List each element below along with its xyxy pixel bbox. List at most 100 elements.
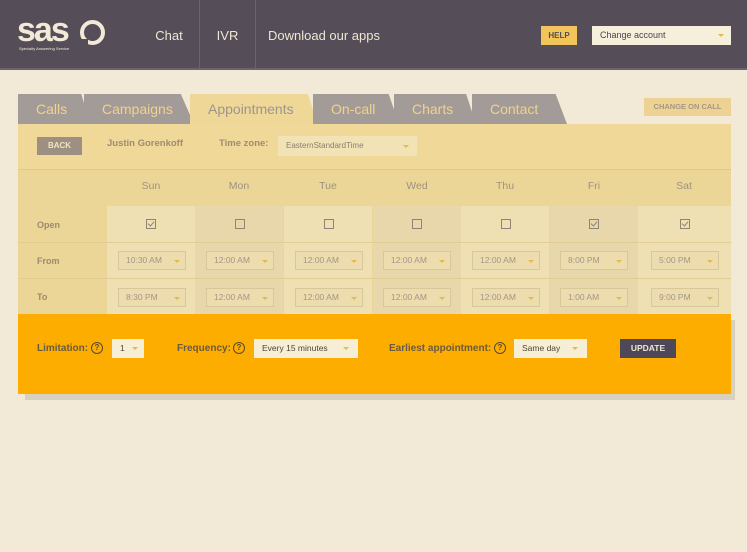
to-time-value: 12:00 AM xyxy=(480,292,516,302)
day-header-tue: Tue xyxy=(319,180,337,192)
tab-appointments[interactable]: Appointments xyxy=(190,94,318,124)
logo-speech-bubble-icon xyxy=(80,20,105,45)
chevron-down-icon xyxy=(343,347,349,350)
from-time-select-sun[interactable]: 10:30 AM xyxy=(118,251,186,270)
from-time-value: 12:00 AM xyxy=(480,255,516,265)
sas-logo[interactable]: sas Specialty Answering Service xyxy=(17,11,109,53)
frequency-value: Every 15 minutes xyxy=(262,343,328,353)
help-circle-icon[interactable]: ? xyxy=(233,342,245,354)
from-time-select-thu[interactable]: 12:00 AM xyxy=(472,251,540,270)
from-time-select-tue[interactable]: 12:00 AM xyxy=(295,251,363,270)
row-label-from: From xyxy=(37,256,60,266)
from-time-select-fri[interactable]: 8:00 PM xyxy=(560,251,628,270)
to-time-select-sun[interactable]: 8:30 PM xyxy=(118,288,186,307)
day-header-sun: Sun xyxy=(141,180,161,192)
timezone-label: Time zone: xyxy=(219,138,269,149)
frequency-select[interactable]: Every 15 minutes xyxy=(254,339,358,358)
day-header-mon: Mon xyxy=(228,180,250,192)
appointment-settings-bar: Limitation: ? 1 Frequency: ? Every 15 mi… xyxy=(18,314,731,394)
to-time-select-wed[interactable]: 12:00 AM xyxy=(383,288,451,307)
row-divider xyxy=(18,278,731,279)
help-circle-icon[interactable]: ? xyxy=(494,342,506,354)
tab-calls[interactable]: Calls xyxy=(18,94,90,124)
open-checkbox-fri[interactable] xyxy=(589,219,599,229)
chevron-down-icon xyxy=(572,347,578,350)
row-label-to: To xyxy=(37,292,48,302)
open-checkbox-wed[interactable] xyxy=(412,219,422,229)
earliest-appointment-select[interactable]: Same day xyxy=(514,339,587,358)
help-button[interactable]: HELP xyxy=(541,26,577,45)
chevron-down-icon xyxy=(528,297,534,300)
chevron-down-icon xyxy=(616,297,622,300)
change-account-select[interactable]: Change account xyxy=(592,26,731,45)
earliest-appointment-value: Same day xyxy=(522,343,561,353)
logo-subtitle: Specialty Answering Service xyxy=(19,46,70,51)
to-time-value: 12:00 AM xyxy=(391,292,427,302)
limitation-select[interactable]: 1 xyxy=(112,339,144,358)
timezone-value: EasternStandardTime xyxy=(286,141,364,150)
open-checkbox-tue[interactable] xyxy=(324,219,334,229)
to-time-select-sat[interactable]: 9:00 PM xyxy=(651,288,719,307)
from-time-value: 12:00 AM xyxy=(391,255,427,265)
chevron-down-icon xyxy=(616,260,622,263)
from-time-value: 8:00 PM xyxy=(568,255,600,265)
tab-campaigns[interactable]: Campaigns xyxy=(84,94,194,124)
from-time-value: 5:00 PM xyxy=(659,255,691,265)
nav-chat[interactable]: Chat xyxy=(140,0,198,70)
from-time-select-mon[interactable]: 12:00 AM xyxy=(206,251,274,270)
chevron-down-icon xyxy=(132,347,138,350)
open-checkbox-sun[interactable] xyxy=(146,219,156,229)
nav-ivr[interactable]: IVR xyxy=(200,0,255,70)
from-time-value: 12:00 AM xyxy=(214,255,250,265)
chevron-down-icon xyxy=(351,260,357,263)
row-label-open: Open xyxy=(37,220,61,230)
to-time-value: 8:30 PM xyxy=(126,292,158,302)
timezone-select[interactable]: EasternStandardTime xyxy=(278,136,417,156)
from-time-value: 10:30 AM xyxy=(126,255,162,265)
limitation-label: Limitation: xyxy=(37,343,89,354)
update-button[interactable]: UPDATE xyxy=(620,339,676,358)
open-checkbox-thu[interactable] xyxy=(501,219,511,229)
appointments-panel: BACK Justin Gorenkoff Time zone: Eastern… xyxy=(18,124,731,314)
tab-contact[interactable]: Contact xyxy=(472,94,567,124)
user-name: Justin Gorenkoff xyxy=(107,138,184,149)
earliest-appointment-label: Earliest appointment: xyxy=(389,343,492,354)
to-time-value: 1:00 AM xyxy=(568,292,600,302)
frequency-label: Frequency: xyxy=(177,343,231,354)
from-time-select-wed[interactable]: 12:00 AM xyxy=(383,251,451,270)
day-header-sat: Sat xyxy=(676,180,692,192)
day-header-wed: Wed xyxy=(406,180,428,192)
chevron-down-icon xyxy=(707,297,713,300)
to-time-select-mon[interactable]: 12:00 AM xyxy=(206,288,274,307)
chevron-down-icon xyxy=(174,260,180,263)
chevron-down-icon xyxy=(351,297,357,300)
chevron-down-icon xyxy=(174,297,180,300)
open-checkbox-sat[interactable] xyxy=(680,219,690,229)
open-checkbox-mon[interactable] xyxy=(235,219,245,229)
chevron-down-icon xyxy=(262,260,268,263)
from-time-value: 12:00 AM xyxy=(303,255,339,265)
day-header-thu: Thu xyxy=(495,180,515,192)
to-time-select-fri[interactable]: 1:00 AM xyxy=(560,288,628,307)
change-on-call-button[interactable]: CHANGE ON CALL xyxy=(644,98,731,116)
chevron-down-icon xyxy=(528,260,534,263)
to-time-value: 9:00 PM xyxy=(659,292,691,302)
tab-on-call[interactable]: On-call xyxy=(313,94,399,124)
appointments-subbar: BACK Justin Gorenkoff Time zone: Eastern… xyxy=(18,124,731,170)
chevron-down-icon xyxy=(439,260,445,263)
nav-download-apps[interactable]: Download our apps xyxy=(256,0,392,70)
chevron-down-icon xyxy=(403,145,409,148)
to-time-value: 12:00 AM xyxy=(303,292,339,302)
day-header-fri: Fri xyxy=(587,180,601,192)
tab-charts[interactable]: Charts xyxy=(394,94,476,124)
to-time-select-tue[interactable]: 12:00 AM xyxy=(295,288,363,307)
row-divider xyxy=(18,242,731,243)
from-time-select-sat[interactable]: 5:00 PM xyxy=(651,251,719,270)
back-button[interactable]: BACK xyxy=(37,137,82,155)
to-time-select-thu[interactable]: 12:00 AM xyxy=(472,288,540,307)
help-circle-icon[interactable]: ? xyxy=(91,342,103,354)
chevron-down-icon xyxy=(718,34,724,37)
chevron-down-icon xyxy=(707,260,713,263)
to-time-value: 12:00 AM xyxy=(214,292,250,302)
weekly-schedule-grid: Sun Mon Tue Wed Thu Fri Sat Open From To… xyxy=(18,170,731,314)
